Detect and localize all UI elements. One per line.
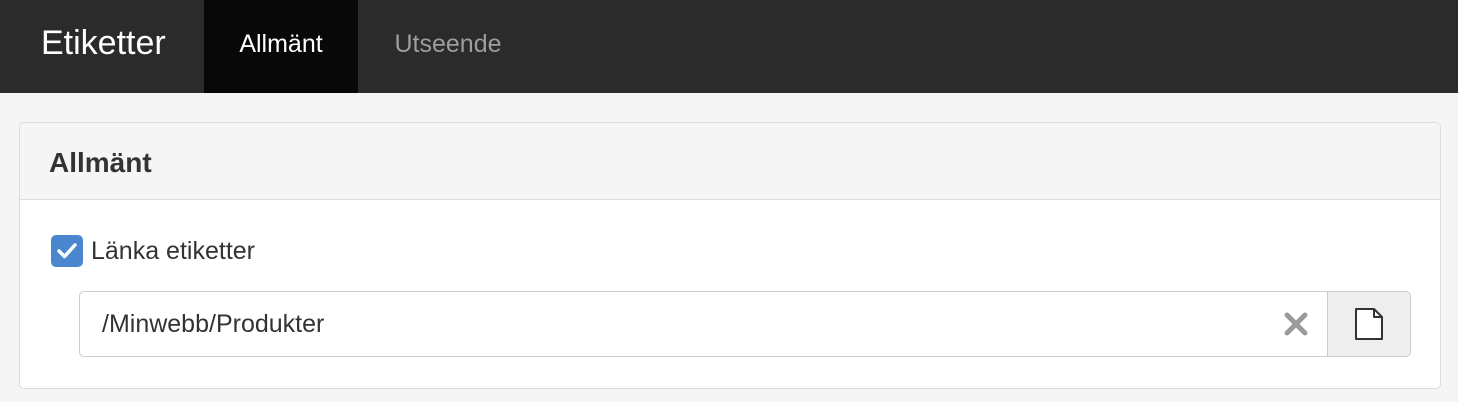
link-tags-checkbox[interactable] (51, 235, 83, 267)
path-input-group (79, 291, 1411, 357)
link-tags-label[interactable]: Länka etiketter (91, 233, 255, 269)
top-navbar: Etiketter Allmänt Utseende (0, 0, 1458, 93)
checkmark-icon (57, 243, 77, 259)
clear-path-button[interactable] (1266, 292, 1326, 356)
panel-heading: Allmänt (20, 123, 1440, 200)
file-icon (1355, 308, 1383, 340)
app-brand: Etiketter (41, 24, 166, 62)
tab-utseende[interactable]: Utseende (372, 0, 524, 93)
tab-allmant[interactable]: Allmänt (204, 0, 358, 93)
browse-file-button[interactable] (1327, 292, 1410, 356)
settings-panel: Allmänt Länka etiketter (19, 122, 1441, 389)
panel-title: Allmänt (49, 147, 152, 178)
close-icon (1284, 312, 1308, 336)
path-input[interactable] (80, 292, 1260, 356)
